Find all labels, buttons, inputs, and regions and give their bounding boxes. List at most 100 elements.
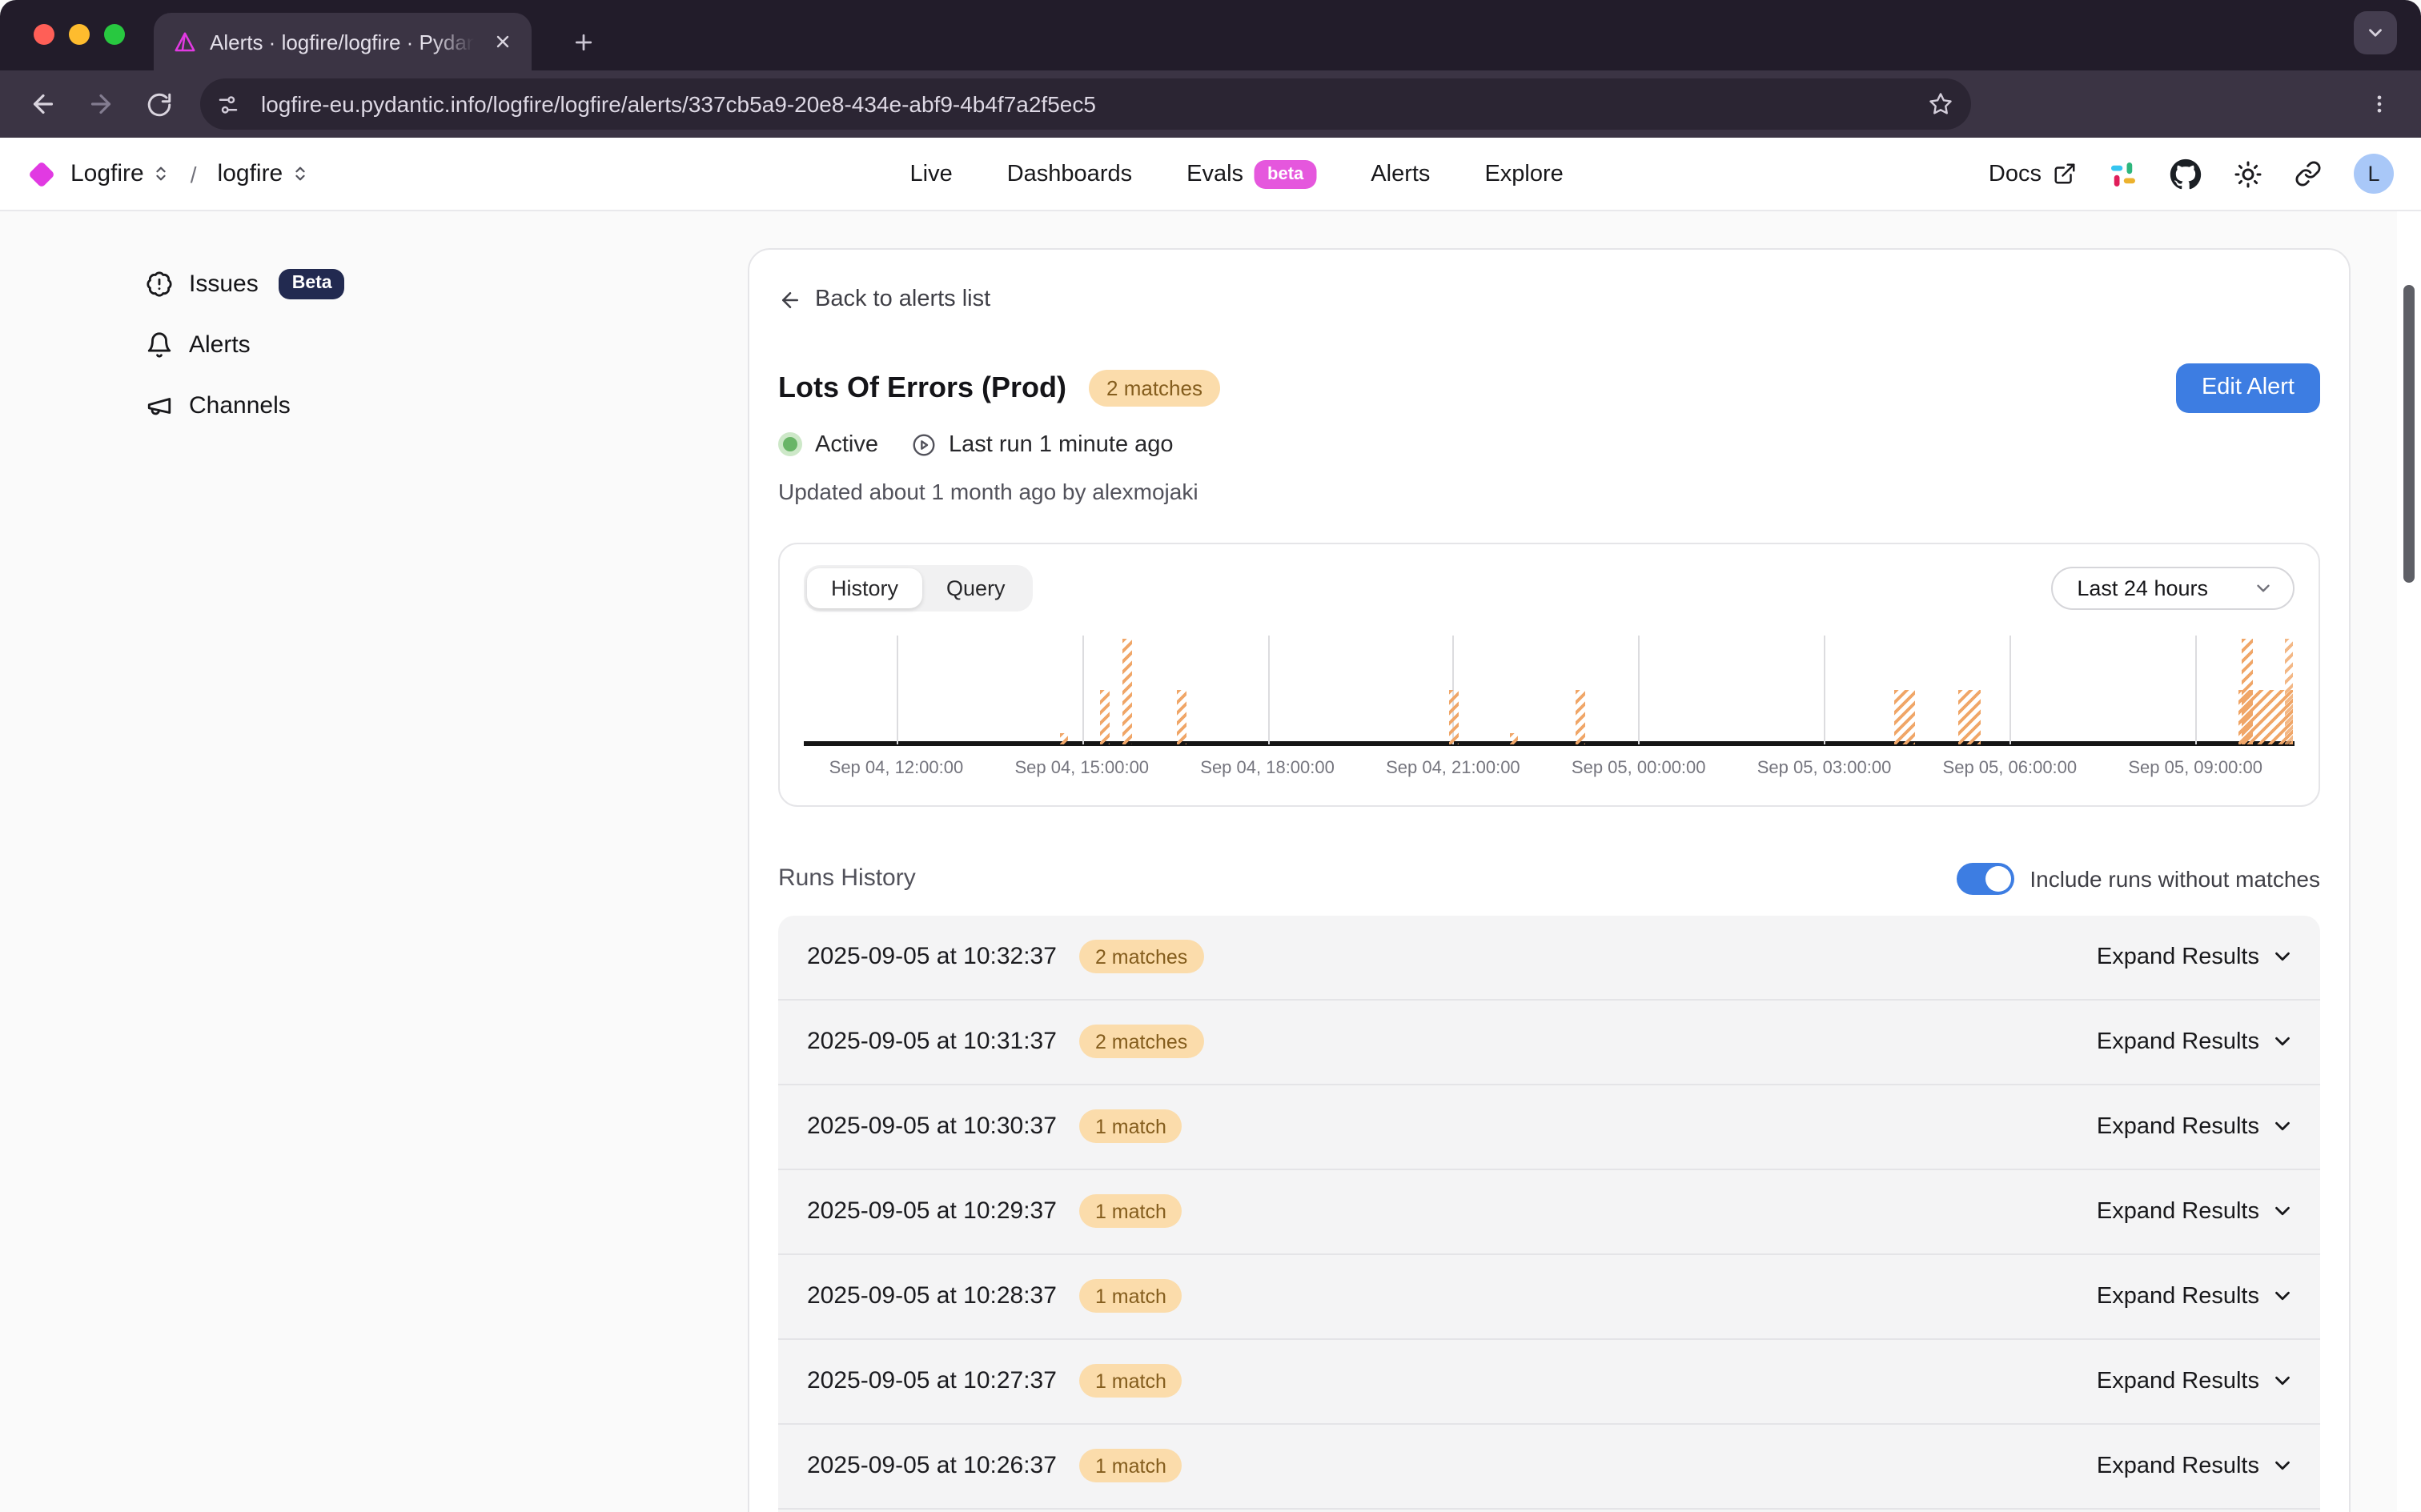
org-selector[interactable]: Logfire <box>70 160 170 187</box>
arrow-left-icon <box>778 287 802 311</box>
theme-sun-icon[interactable] <box>2234 159 2262 188</box>
sidebar-item-alerts[interactable]: Alerts <box>146 328 345 360</box>
expand-results-button[interactable]: Expand Results <box>2097 1453 2295 1478</box>
chart-tick-label: Sep 05, 06:00:00 <box>1943 758 2078 777</box>
chevron-down-icon <box>2270 1454 2295 1478</box>
browser-window: Alerts · logfire/logfire · Pydant <box>0 0 2421 1512</box>
browser-menu-icon[interactable] <box>2355 80 2403 128</box>
edit-alert-button[interactable]: Edit Alert <box>2176 363 2320 412</box>
page-scrollbar-thumb[interactable] <box>2403 285 2415 583</box>
app-header: Logfire / logfire <box>0 138 2421 211</box>
run-match-badge: 1 match <box>1079 1109 1182 1143</box>
back-to-alerts-link[interactable]: Back to alerts list <box>778 287 990 312</box>
close-window-button[interactable] <box>34 24 54 45</box>
chart-gridline <box>2009 635 2011 744</box>
run-match-badge: 1 match <box>1079 1194 1182 1228</box>
org-name: Logfire <box>70 160 144 187</box>
chevron-down-icon <box>2270 1369 2295 1393</box>
expand-results-button[interactable]: Expand Results <box>2097 1283 2295 1309</box>
run-timestamp: 2025-09-05 at 10:27:37 <box>807 1367 1057 1394</box>
expand-results-label: Expand Results <box>2097 1368 2259 1394</box>
external-link-icon <box>2053 162 2077 186</box>
nav-item-explore[interactable]: Explore <box>1484 161 1563 186</box>
sidebar-item-issues[interactable]: Issues Beta <box>146 267 345 299</box>
tab-history[interactable]: History <box>807 568 922 608</box>
back-button[interactable] <box>18 78 69 130</box>
badge-alert-icon <box>146 270 173 297</box>
project-name: logfire <box>218 160 283 187</box>
docs-link[interactable]: Docs <box>1989 161 2077 186</box>
zoom-window-button[interactable] <box>104 24 125 45</box>
status-row: Active Last run 1 minute ago <box>778 431 2320 457</box>
chevrons-up-down-icon <box>152 165 170 182</box>
chevron-down-icon <box>2270 1284 2295 1308</box>
chart-tick-label: Sep 04, 18:00:00 <box>1200 758 1335 777</box>
tab-close-icon[interactable] <box>487 26 519 58</box>
chevron-down-icon <box>2270 1114 2295 1138</box>
chart-bar <box>1511 734 1519 744</box>
time-range-select[interactable]: Last 24 hours <box>2051 566 2295 609</box>
reload-button[interactable] <box>133 78 184 130</box>
expand-results-label: Expand Results <box>2097 944 2259 969</box>
sidebar-item-label: Channels <box>189 391 291 419</box>
share-link-icon[interactable] <box>2295 160 2322 187</box>
chevrons-up-down-icon <box>291 165 308 182</box>
chart-x-axis: Sep 04, 12:00:00Sep 04, 15:00:00Sep 04, … <box>804 758 2295 784</box>
nav-item-dashboards[interactable]: Dashboards <box>1007 161 1132 186</box>
chart-tick-label: Sep 04, 12:00:00 <box>829 758 964 777</box>
sidebar: Issues Beta Alerts <box>146 267 345 421</box>
sidebar-item-label: Issues <box>189 270 259 297</box>
expand-results-button[interactable]: Expand Results <box>2097 1368 2295 1394</box>
url-bar[interactable]: logfire-eu.pydantic.info/logfire/logfire… <box>200 78 1971 130</box>
user-avatar[interactable]: L <box>2354 154 2394 194</box>
site-settings-icon[interactable] <box>208 85 247 123</box>
nav-item-evals[interactable]: Evals beta <box>1186 159 1316 188</box>
forward-button[interactable] <box>75 78 126 130</box>
breadcrumb: Logfire / logfire <box>27 160 308 187</box>
run-row: 2025-09-05 at 10:32:37 2 matches Expand … <box>778 915 2320 1000</box>
play-circle-icon <box>910 431 936 457</box>
bookmark-star-icon[interactable] <box>1923 86 1958 122</box>
chart-bar <box>1177 689 1186 744</box>
new-tab-button[interactable] <box>560 19 605 64</box>
chevron-down-icon <box>2270 1199 2295 1223</box>
chart-bar <box>1122 638 1132 744</box>
project-selector[interactable]: logfire <box>218 160 309 187</box>
minimize-window-button[interactable] <box>69 24 90 45</box>
expand-results-button[interactable]: Expand Results <box>2097 944 2295 969</box>
chart-gridline <box>1825 635 1826 744</box>
chart-tick-label: Sep 05, 09:00:00 <box>2128 758 2262 777</box>
github-icon[interactable] <box>2170 158 2202 190</box>
expand-results-button[interactable]: Expand Results <box>2097 1198 2295 1224</box>
expand-results-label: Expand Results <box>2097 1029 2259 1054</box>
run-timestamp: 2025-09-05 at 10:31:37 <box>807 1028 1057 1055</box>
sidebar-item-channels[interactable]: Channels <box>146 389 345 421</box>
run-match-badge: 2 matches <box>1079 1025 1203 1058</box>
evals-beta-badge: beta <box>1255 159 1316 188</box>
slack-icon[interactable] <box>2109 159 2138 188</box>
logfire-app: Logfire / logfire <box>0 138 2421 1512</box>
runs-list: 2025-09-05 at 10:32:37 2 matches Expand … <box>778 915 2320 1512</box>
url-text: logfire-eu.pydantic.info/logfire/logfire… <box>261 91 1909 117</box>
tab-title: Alerts · logfire/logfire · Pydant <box>210 30 474 54</box>
chart-tick-label: Sep 05, 00:00:00 <box>1572 758 1706 777</box>
last-run: Last run 1 minute ago <box>910 431 1174 457</box>
run-match-badge: 1 match <box>1079 1279 1182 1313</box>
logfire-favicon-icon <box>173 30 197 54</box>
tab-query[interactable]: Query <box>922 568 1030 608</box>
nav-item-alerts[interactable]: Alerts <box>1371 161 1430 186</box>
history-query-tabs: History Query <box>804 564 1033 611</box>
include-runs-toggle[interactable] <box>1956 862 2013 894</box>
expand-results-label: Expand Results <box>2097 1453 2259 1478</box>
app-body: Issues Beta Alerts <box>0 211 2421 1511</box>
sidebar-item-label: Alerts <box>189 331 251 358</box>
main-nav: Live Dashboards Evals beta Alerts Explor… <box>910 138 1564 210</box>
browser-tab[interactable]: Alerts · logfire/logfire · Pydant <box>154 13 532 70</box>
expand-results-button[interactable]: Expand Results <box>2097 1029 2295 1054</box>
tab-strip: Alerts · logfire/logfire · Pydant <box>0 0 2421 70</box>
tab-search-chevron-button[interactable] <box>2354 11 2397 54</box>
run-row: 2025-09-05 at 10:30:37 1 match Expand Re… <box>778 1085 2320 1169</box>
run-match-badge: 1 match <box>1079 1449 1182 1482</box>
nav-item-live[interactable]: Live <box>910 161 953 186</box>
expand-results-button[interactable]: Expand Results <box>2097 1113 2295 1139</box>
